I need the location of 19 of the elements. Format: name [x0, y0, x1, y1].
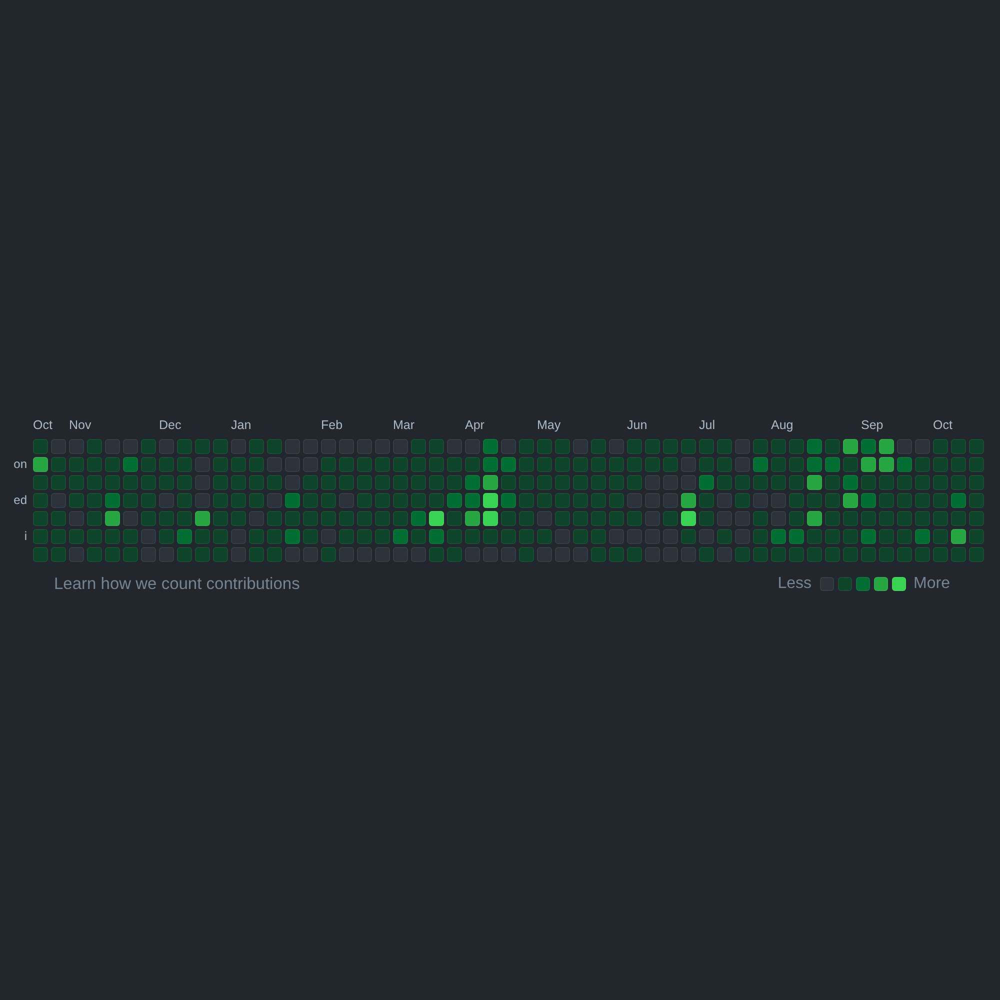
learn-more-link[interactable]: Learn how we count contributions	[54, 572, 300, 597]
weekday-label: ed	[14, 493, 27, 507]
month-label: Oct	[33, 417, 52, 433]
weekday-label: on	[14, 457, 27, 471]
month-label: Apr	[465, 417, 484, 433]
weekday-label: i	[24, 529, 27, 543]
legend-less-label: Less	[778, 574, 812, 594]
month-label: Jan	[231, 417, 252, 433]
month-label: Mar	[393, 417, 415, 433]
month-label: Jul	[699, 417, 715, 433]
month-label: Oct	[933, 417, 952, 433]
month-label: Sep	[861, 417, 884, 433]
legend-more-label: More	[914, 574, 950, 594]
month-label: Aug	[771, 417, 794, 433]
month-label: Jun	[627, 417, 648, 433]
month-label: Feb	[321, 417, 343, 433]
month-label: Nov	[69, 417, 92, 433]
month-label: May	[537, 417, 561, 433]
month-label: Dec	[159, 417, 182, 433]
